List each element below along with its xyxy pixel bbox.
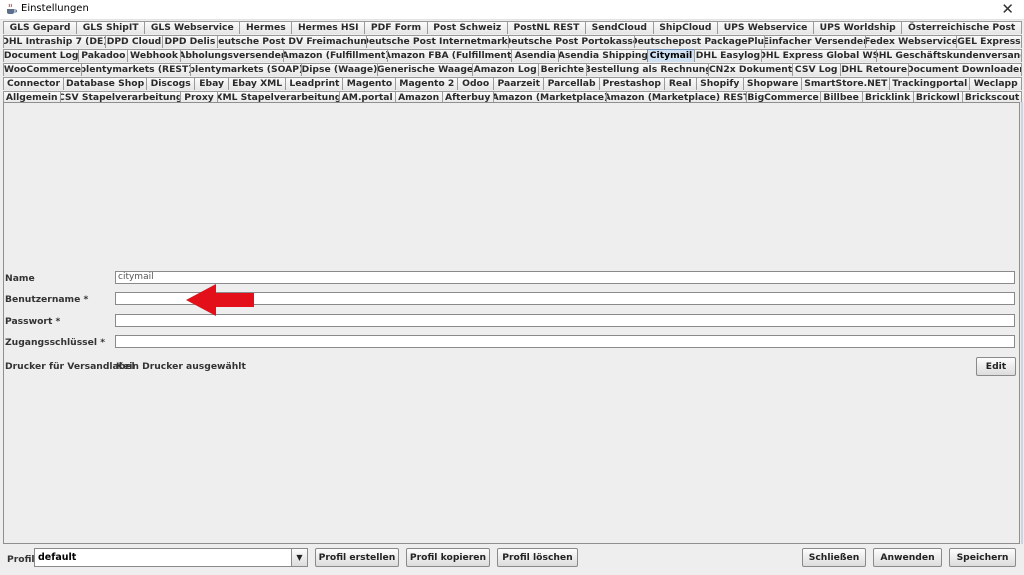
tab-ebay-xml[interactable]: Ebay XML (228, 77, 287, 90)
tab-amazon-log[interactable]: Amazon Log (471, 63, 539, 76)
tab-amazon-fba-fulfillment[interactable]: Amazon FBA (Fulfillment) (387, 49, 513, 62)
red-arrow-left-icon (186, 284, 254, 316)
close-icon[interactable]: ✕ (1001, 0, 1014, 19)
tab-dhl-express-global-ws[interactable]: DHL Express Global WS (760, 49, 877, 62)
tab-webhook[interactable]: Webhook (127, 49, 181, 62)
tab-amazon-fulfillment[interactable]: Amazon (Fulfillment) (282, 49, 389, 62)
tab-dhl-intraship-7-de[interactable]: DHL Intraship 7 (DE) (3, 35, 106, 48)
tab-dhl-easylog[interactable]: DHL Easylog (694, 49, 762, 62)
tab-gls-gepard[interactable]: GLS Gepard (3, 21, 78, 34)
tab-woocommerce[interactable]: WooCommerce (3, 63, 82, 76)
tab-dpd-cloud[interactable]: DPD Cloud (104, 35, 164, 48)
tab-row: DHL Intraship 7 (DE) DPD Cloud DPD Delis De… (3, 35, 1022, 48)
tab-magento[interactable]: Magento (342, 77, 397, 90)
tab-row: Document Log Pakadoo Webhook Abholungsverse… (3, 49, 1023, 62)
tab-document-log[interactable]: Document Log (3, 49, 80, 62)
tab-parcellab[interactable]: Parcellab (543, 77, 600, 90)
copy-profile-button[interactable]: Profil kopieren (406, 548, 490, 567)
password-label: Passwort * (5, 316, 61, 327)
panel-scroll-edge (1021, 102, 1023, 544)
save-button[interactable]: Speichern (949, 548, 1016, 567)
tab-ups-webservice[interactable]: UPS Webservice (717, 21, 815, 34)
tab-csv-log[interactable]: CSV Log (791, 63, 841, 76)
tab-shopify[interactable]: Shopify (695, 77, 744, 90)
tab-database-shop[interactable]: Database Shop (63, 77, 148, 90)
tab-shipcloud[interactable]: ShipCloud (652, 21, 719, 34)
tab-paarzeit[interactable]: Paarzeit (493, 77, 545, 90)
tab-asendia[interactable]: Asendia (511, 49, 559, 62)
tab-odoo[interactable]: Odoo (457, 77, 495, 90)
tab-asendia-shipping[interactable]: Asendia Shipping (558, 49, 648, 62)
tab-connector[interactable]: Connector (3, 77, 64, 90)
edit-printer-button[interactable]: Edit (976, 357, 1016, 376)
tab-gls-webservice[interactable]: GLS Webservice (144, 21, 241, 34)
apply-button[interactable]: Anwenden (873, 548, 942, 567)
profile-label: Profil (7, 554, 35, 565)
tab-österreichische-post[interactable]: Österreichische Post (901, 21, 1022, 34)
tab-trackingportal[interactable]: Trackingportal (889, 77, 971, 90)
tab-pakadoo[interactable]: Pakadoo (78, 49, 129, 62)
profile-select[interactable]: default ▼ (34, 548, 308, 567)
access-key-label: Zugangsschlüssel * (5, 337, 106, 348)
access-key-field[interactable] (115, 335, 1015, 348)
name-label: Name (5, 273, 35, 284)
tab-berichte[interactable]: Berichte (537, 63, 588, 76)
chevron-down-icon[interactable]: ▼ (291, 549, 307, 566)
tab-deutschepost-packageplus[interactable]: Deutschepost PackagePlus (634, 35, 766, 48)
tab-document-downloader[interactable]: Document Downloader (907, 63, 1023, 76)
tab-row: Connector Database Shop Discogs Ebay Ebay XM… (3, 77, 1023, 90)
tab-shopware[interactable]: Shopware (742, 77, 803, 90)
tab-real[interactable]: Real (663, 77, 697, 90)
tab-sendcloud[interactable]: SendCloud (585, 21, 654, 34)
close-button[interactable]: Schließen (802, 548, 866, 567)
username-label: Benutzername * (5, 294, 89, 305)
tab-weclapp[interactable]: Weclapp (969, 77, 1023, 90)
name-field[interactable]: citymail (115, 271, 1015, 284)
tab-hermes-hsi[interactable]: Hermes HSI (291, 21, 366, 34)
printer-value: Kein Drucker ausgewählt (116, 361, 246, 372)
java-cup-icon (7, 3, 17, 14)
tab-gls-shipit[interactable]: GLS ShipIT (76, 21, 146, 34)
tab-post-schweiz[interactable]: Post Schweiz (426, 21, 508, 34)
tab-prestashop[interactable]: Prestashop (598, 77, 665, 90)
tab-einfacher-versender[interactable]: Einfacher Versender (764, 35, 866, 48)
tab-abholungsversender[interactable]: Abholungsversender (179, 49, 284, 62)
tab-dhl-retoure[interactable]: DHL Retoure (839, 63, 909, 76)
create-profile-button[interactable]: Profil erstellen (315, 548, 399, 567)
tab-discogs[interactable]: Discogs (146, 77, 196, 90)
tab-pdf-form[interactable]: PDF Form (364, 21, 428, 34)
tab-ups-worldship[interactable]: UPS Worldship (813, 21, 903, 34)
tab-magento-2[interactable]: Magento 2 (395, 77, 459, 90)
tab-row: WooCommerce plentymarkets (REST) plentymar… (3, 63, 1023, 76)
tab-dipse-waage[interactable]: Dipse (Waage) (300, 63, 379, 76)
tab-generische-waage[interactable]: Generische Waage (377, 63, 473, 76)
settings-tabs: GLS Gepard GLS ShipIT GLS Webservice Hermes… (3, 21, 1023, 105)
delete-profile-button[interactable]: Profil löschen (497, 548, 578, 567)
title-bar: Einstellungen ✕ (0, 0, 1024, 20)
tab-citymail[interactable]: Citymail (646, 49, 696, 62)
tab-ebay[interactable]: Ebay (194, 77, 230, 90)
tab-deutsche-post-dv-freimachung[interactable]: Deutsche Post DV Freimachung (216, 35, 368, 48)
tab-deutsche-post-portokasse[interactable]: Deutsche Post Portokasse (507, 35, 636, 48)
tab-plentymarkets-soap[interactable]: plentymarkets (SOAP) (190, 63, 302, 76)
tab-bestellung-als-rechnung[interactable]: Bestellung als Rechnung (586, 63, 710, 76)
window-title: Einstellungen (21, 3, 89, 14)
tab-leadprint[interactable]: Leadprint (285, 77, 344, 90)
tab-gel-express[interactable]: GEL Express (955, 35, 1022, 48)
tab-deutsche-post-internetmarke[interactable]: Deutsche Post Internetmarke (366, 35, 509, 48)
tab-smartstore-net[interactable]: SmartStore.NET (801, 77, 891, 90)
tab-dhl-geschäftskundenversand[interactable]: DHL Geschäftskundenversand (875, 49, 1023, 62)
profile-select-value: default (38, 552, 77, 563)
tab-plentymarkets-rest[interactable]: plentymarkets (REST) (80, 63, 191, 76)
tab-hermes[interactable]: Hermes (239, 21, 293, 34)
tab-postnl-rest[interactable]: PostNL REST (506, 21, 587, 34)
tab-fedex-webservice[interactable]: Fedex Webservice (864, 35, 957, 48)
tab-cn2x-dokument[interactable]: CN2x Dokument (708, 63, 793, 76)
tab-row: GLS Gepard GLS ShipIT GLS Webservice Hermes… (3, 21, 1022, 34)
tab-dpd-delis[interactable]: DPD Delis (162, 35, 218, 48)
